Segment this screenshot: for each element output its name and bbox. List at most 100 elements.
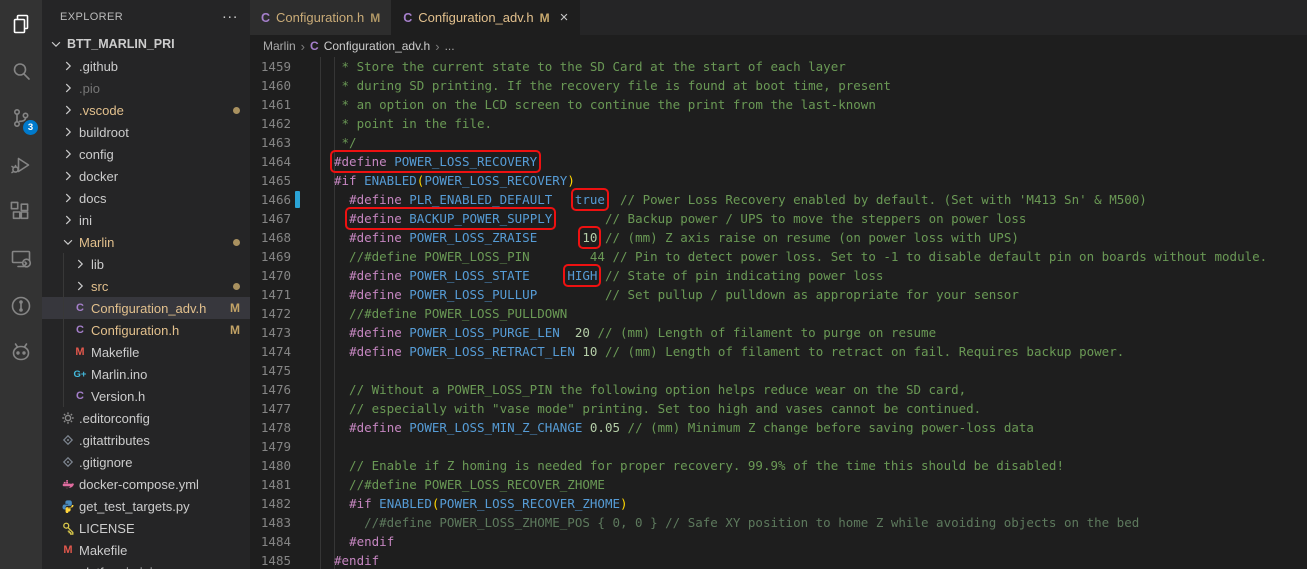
tree-item-configuration-h[interactable]: CConfiguration.hM — [42, 319, 250, 341]
tree-item-docker[interactable]: docker — [42, 165, 250, 187]
tree-item-platformio-ini[interactable]: ≡platformio.ini — [42, 561, 250, 569]
code-token — [620, 420, 628, 435]
code-token — [334, 230, 349, 245]
activity-item-run-debug[interactable] — [0, 141, 42, 188]
tab-configuration-h[interactable]: CConfiguration.hM — [250, 0, 392, 35]
git-modified-badge: M — [230, 323, 240, 337]
tree-item--gitignore[interactable]: .gitignore — [42, 451, 250, 473]
code-line: 1480 // Enable if Z homing is needed for… — [250, 456, 1307, 475]
tree-item-src[interactable]: src — [42, 275, 250, 297]
code-token: * during SD printing. If the recovery fi… — [334, 78, 891, 93]
tree-item--editorconfig[interactable]: .editorconfig — [42, 407, 250, 429]
activity-item-gitlens[interactable] — [0, 282, 42, 329]
line-number: 1473 — [250, 323, 291, 342]
code-token: POWER_LOSS_STATE — [409, 268, 529, 283]
line-number: 1460 — [250, 76, 291, 95]
code-token: * point in the file. — [334, 116, 492, 131]
code-token: ) — [567, 173, 575, 188]
code-text: #define POWER_LOSS_PURGE_LEN 20 // (mm) … — [334, 325, 936, 340]
activity-item-remote-explorer[interactable] — [0, 235, 42, 282]
more-actions-icon[interactable]: ··· — [222, 12, 238, 22]
tree-item--github[interactable]: .github — [42, 55, 250, 77]
tree-item-label: lib — [91, 257, 104, 272]
tree-item-makefile[interactable]: MMakefile — [42, 539, 250, 561]
activity-item-extensions[interactable] — [0, 188, 42, 235]
code-lines: 1459 * Store the current state to the SD… — [250, 57, 1307, 569]
code-token: #if — [349, 496, 372, 511]
code-token: // especially with "vase mode" printing.… — [334, 401, 981, 416]
activity-item-explorer[interactable] — [0, 0, 42, 47]
tree-item-ini[interactable]: ini — [42, 209, 250, 231]
code-token: #endif — [334, 553, 379, 568]
code-token: // Enable if Z homing is needed for prop… — [334, 458, 1064, 473]
code-token: PLR_ENABLED_DEFAULT — [409, 192, 552, 207]
code-token: true — [575, 192, 605, 207]
tree-item-version-h[interactable]: CVersion.h — [42, 385, 250, 407]
code-line: 1483 //#define POWER_LOSS_ZHOME_POS { 0,… — [250, 513, 1307, 532]
code-token: */ — [334, 135, 357, 150]
code-token: 10 — [582, 230, 597, 245]
tree-item-label: docker-compose.yml — [79, 477, 199, 492]
tree-item-label: platformio.ini — [79, 565, 153, 569]
makefile-icon: M — [72, 344, 88, 360]
tree-item-config[interactable]: config — [42, 143, 250, 165]
close-icon[interactable]: × — [560, 11, 569, 25]
breadcrumb-segment[interactable]: Marlin — [263, 39, 296, 53]
code-token: // (mm) Z axis raise on resume (on power… — [605, 230, 1019, 245]
code-token: ENABLED — [364, 173, 417, 188]
breadcrumb-segment[interactable]: CConfiguration_adv.h — [310, 39, 430, 53]
chevron-right-icon — [60, 146, 76, 162]
activity-item-search[interactable] — [0, 47, 42, 94]
code-token: #define — [349, 211, 402, 226]
tree-item--vscode[interactable]: .vscode — [42, 99, 250, 121]
code-text: // Enable if Z homing is needed for prop… — [334, 458, 1064, 473]
gear-icon — [60, 410, 76, 426]
code-editor[interactable]: 1459 * Store the current state to the SD… — [250, 57, 1307, 569]
tree-item-get-test-targets-py[interactable]: get_test_targets.py — [42, 495, 250, 517]
code-token: POWER_LOSS_RECOVERY — [394, 154, 537, 169]
code-line: 1468 #define POWER_LOSS_ZRAISE 10 // (mm… — [250, 228, 1307, 247]
tree-item--gitattributes[interactable]: .gitattributes — [42, 429, 250, 451]
tree-item-decorations — [233, 239, 250, 246]
code-token — [334, 211, 349, 226]
tree-item-makefile[interactable]: MMakefile — [42, 341, 250, 363]
tree-item-buildroot[interactable]: buildroot — [42, 121, 250, 143]
chevron-right-icon — [72, 256, 88, 272]
activity-item-platformio[interactable] — [0, 329, 42, 376]
breadcrumb: Marlin›CConfiguration_adv.h›... — [250, 35, 1307, 57]
tree-item--pio[interactable]: .pio — [42, 77, 250, 99]
tree-item-label: Makefile — [79, 543, 127, 558]
code-token — [334, 192, 349, 207]
code-line: 1463 */ — [250, 133, 1307, 152]
tab-bar: CConfiguration.hMCConfiguration_adv.hM× — [250, 0, 1307, 35]
tree-item-docs[interactable]: docs — [42, 187, 250, 209]
code-token: POWER_LOSS_MIN_Z_CHANGE — [409, 420, 582, 435]
breadcrumb-segment[interactable]: ... — [445, 39, 455, 53]
tree-item-lib[interactable]: lib — [42, 253, 250, 275]
chevron-right-icon — [60, 212, 76, 228]
code-token — [334, 344, 349, 359]
tree-item-docker-compose-yml[interactable]: docker-compose.yml — [42, 473, 250, 495]
code-token: 20 — [575, 325, 590, 340]
line-number: 1462 — [250, 114, 291, 133]
code-line: 1482 #if ENABLED(POWER_LOSS_RECOVER_ZHOM… — [250, 494, 1307, 513]
chevron-down-icon — [60, 234, 76, 250]
tree-item-configuration-adv-h[interactable]: CConfiguration_adv.hM — [42, 297, 250, 319]
tab-configuration-adv-h[interactable]: CConfiguration_adv.hM× — [392, 0, 580, 35]
line-number: 1464 — [250, 152, 291, 171]
activity-item-source-control[interactable]: 3 — [0, 94, 42, 141]
code-text: //#define POWER_LOSS_PULLDOWN — [334, 306, 567, 321]
line-number: 1480 — [250, 456, 291, 475]
code-line: 1471 #define POWER_LOSS_PULLUP // Set pu… — [250, 285, 1307, 304]
tree-item-label: BTT_MARLIN_PRI — [67, 37, 175, 51]
tree-item-marlin-ino[interactable]: G+Marlin.ino — [42, 363, 250, 385]
tree-item-marlin[interactable]: Marlin — [42, 231, 250, 253]
code-line: 1460 * during SD printing. If the recove… — [250, 76, 1307, 95]
code-token: 0.05 — [590, 420, 620, 435]
code-token: //#define POWER_LOSS_RECOVER_ZHOME — [334, 477, 605, 492]
code-text: //#define POWER_LOSS_ZHOME_POS { 0, 0 } … — [334, 515, 1139, 530]
tree-item-license[interactable]: LICENSE — [42, 517, 250, 539]
explorer-icon — [9, 12, 33, 36]
tree-item-label: Configuration_adv.h — [91, 301, 206, 316]
tree-item-btt-marlin-pri[interactable]: BTT_MARLIN_PRI — [42, 33, 250, 55]
